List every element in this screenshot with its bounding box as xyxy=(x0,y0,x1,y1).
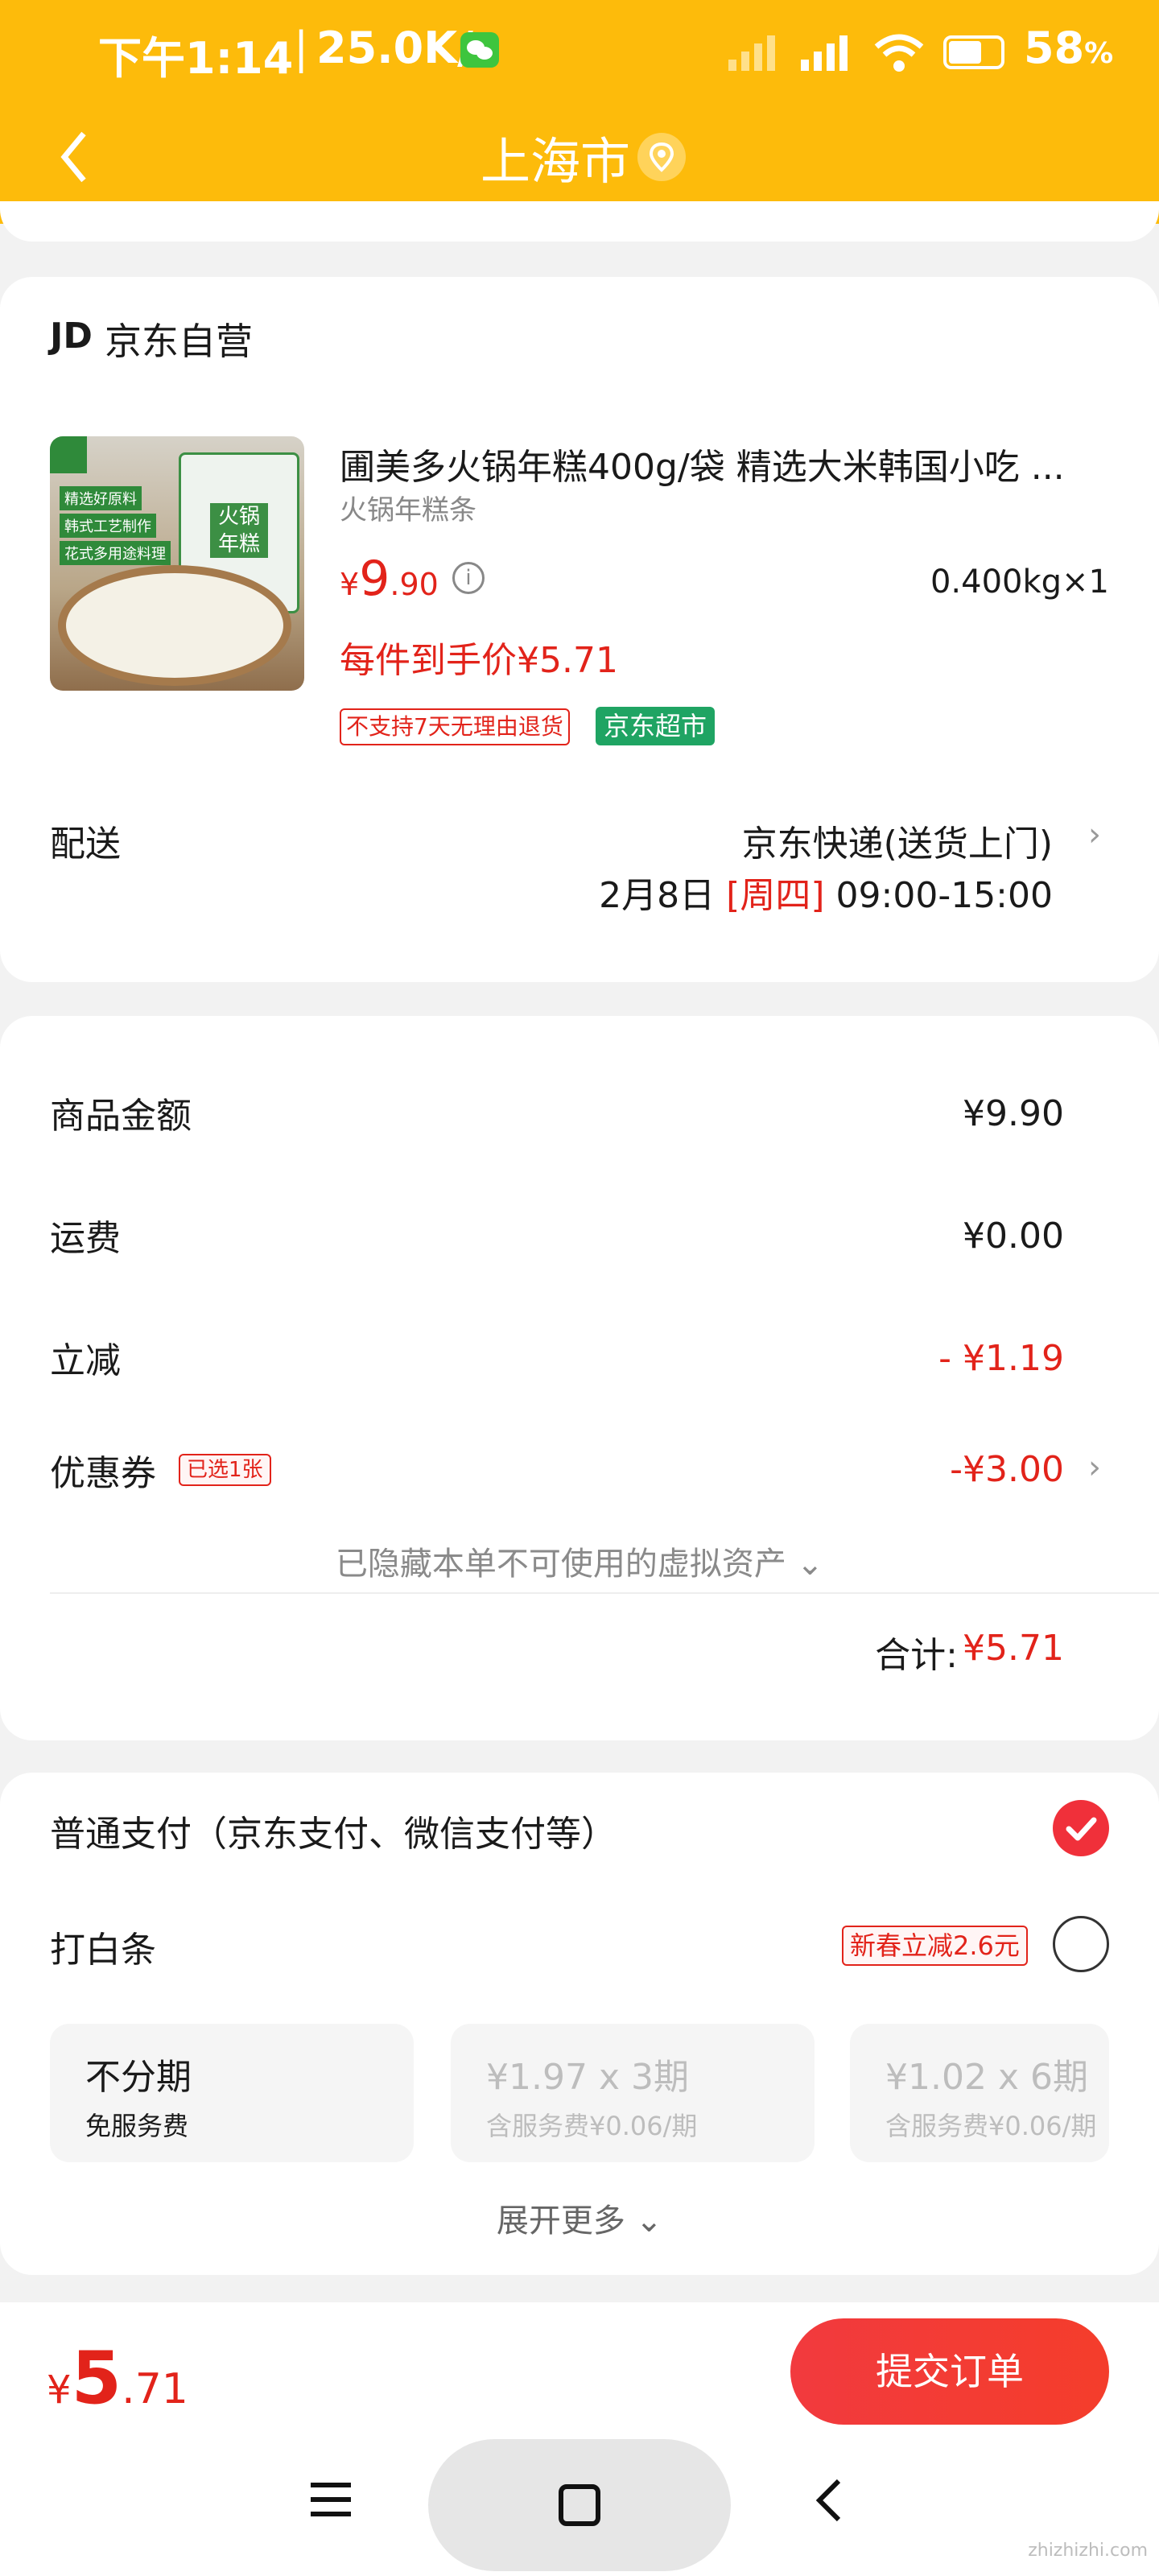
goods-amount-label: 商品金额 xyxy=(50,1096,192,1137)
normal-payment-label[interactable]: 普通支付（京东支付、微信支付等） xyxy=(50,1805,617,1856)
total-value: ¥5.71 xyxy=(963,1628,1064,1669)
expand-more-toggle[interactable]: 展开更多 ⌄ xyxy=(0,2194,1159,2241)
chevron-right-icon[interactable]: › xyxy=(1088,1449,1101,1486)
radio-unchecked-icon[interactable] xyxy=(1053,1916,1109,1972)
total-label: 合计: xyxy=(875,1635,958,1676)
battery-level: 58% xyxy=(1024,23,1114,73)
weight-quantity: 0.400kg×1 xyxy=(930,564,1109,601)
bottom-bar: ¥5.71 提交订单 zhizhizhi.com xyxy=(0,2302,1159,2576)
baitiao-label[interactable]: 打白条 xyxy=(50,1921,156,1972)
coupon-selected-badge: 已选1张 xyxy=(179,1454,271,1486)
chevron-down-icon: ⌄ xyxy=(796,1546,824,1583)
status-divider: | xyxy=(294,23,309,73)
info-icon[interactable]: i xyxy=(452,562,485,594)
home-button[interactable] xyxy=(428,2439,731,2571)
submit-order-button[interactable]: 提交订单 xyxy=(790,2318,1109,2425)
hidden-assets-toggle[interactable]: 已隐藏本单不可使用的虚拟资产 ⌄ xyxy=(0,1538,1159,1584)
baitiao-promo-badge: 新春立减2.6元 xyxy=(842,1926,1028,1966)
final-unit-price: 每件到手价¥5.71 xyxy=(340,640,618,681)
status-time: 下午1:14 xyxy=(98,33,294,84)
installment-option-none[interactable]: 不分期 免服务费 xyxy=(50,2024,414,2162)
payment-card: 普通支付（京东支付、微信支付等） 打白条 新春立减2.6元 不分期 免服务费 ¥… xyxy=(0,1773,1159,2275)
coupon-label: 优惠券 xyxy=(50,1453,156,1494)
installment-option-6[interactable]: ¥1.02 x 6期 含服务费¥0.06/期 xyxy=(850,2024,1109,2162)
order-item-card: JD 京东自营 精选好原料 韩式工艺制作 花式多用途料理 火锅年糕 圃美多火锅年… xyxy=(0,277,1159,982)
chevron-right-icon[interactable]: › xyxy=(1088,816,1101,853)
page-title: 上海市 xyxy=(480,132,630,191)
signal-sim2-icon xyxy=(728,35,775,71)
location-icon[interactable] xyxy=(637,133,686,181)
checked-icon[interactable] xyxy=(1053,1800,1109,1856)
store-name: 京东自营 xyxy=(105,320,253,363)
coupon-value[interactable]: -¥3.00 xyxy=(950,1449,1064,1490)
jd-logo: JD xyxy=(50,316,93,357)
bottom-total-price: ¥5.71 xyxy=(47,2336,188,2421)
delivery-time[interactable]: 2月8日 [周四] 09:00-15:00 xyxy=(599,866,1053,918)
menu-icon[interactable] xyxy=(309,2478,353,2521)
jd-market-tag: 京东超市 xyxy=(596,707,716,745)
signal-icon xyxy=(801,35,848,71)
header-bar: 下午1:14 | 25.0K/s 58% 上海市 xyxy=(0,0,1159,224)
product-image[interactable]: 精选好原料 韩式工艺制作 花式多用途料理 火锅年糕 xyxy=(50,436,304,691)
wifi-icon xyxy=(874,34,924,72)
discount-value: - ¥1.19 xyxy=(938,1338,1064,1379)
no-return-tag: 不支持7天无理由退货 xyxy=(340,708,570,745)
wechat-icon xyxy=(460,32,499,68)
divider xyxy=(50,1592,1159,1594)
watermark: zhizhizhi.com xyxy=(1028,2541,1148,2561)
battery-icon xyxy=(943,35,1004,69)
home-icon xyxy=(559,2484,600,2526)
freight-label: 运费 xyxy=(50,1218,121,1259)
price-summary-card: 商品金额 ¥9.90 运费 ¥0.00 立减 - ¥1.19 优惠券 已选1张 … xyxy=(0,1016,1159,1740)
discount-label: 立减 xyxy=(50,1340,121,1381)
goods-amount-value: ¥9.90 xyxy=(963,1093,1064,1134)
product-title[interactable]: 圃美多火锅年糕400g/袋 精选大米韩国小吃 ... xyxy=(340,438,1112,489)
address-card-edge xyxy=(0,201,1159,242)
delivery-label: 配送 xyxy=(50,824,121,865)
back-nav-icon[interactable] xyxy=(813,2476,845,2524)
delivery-method[interactable]: 京东快递(送货上门) xyxy=(742,815,1053,866)
installment-option-3[interactable]: ¥1.97 x 3期 含服务费¥0.06/期 xyxy=(451,2024,815,2162)
chevron-down-icon: ⌄ xyxy=(635,2202,663,2240)
freight-value: ¥0.00 xyxy=(963,1216,1064,1257)
product-price: ¥9.90 xyxy=(340,551,439,607)
product-subtitle: 火锅年糕条 xyxy=(340,494,476,526)
